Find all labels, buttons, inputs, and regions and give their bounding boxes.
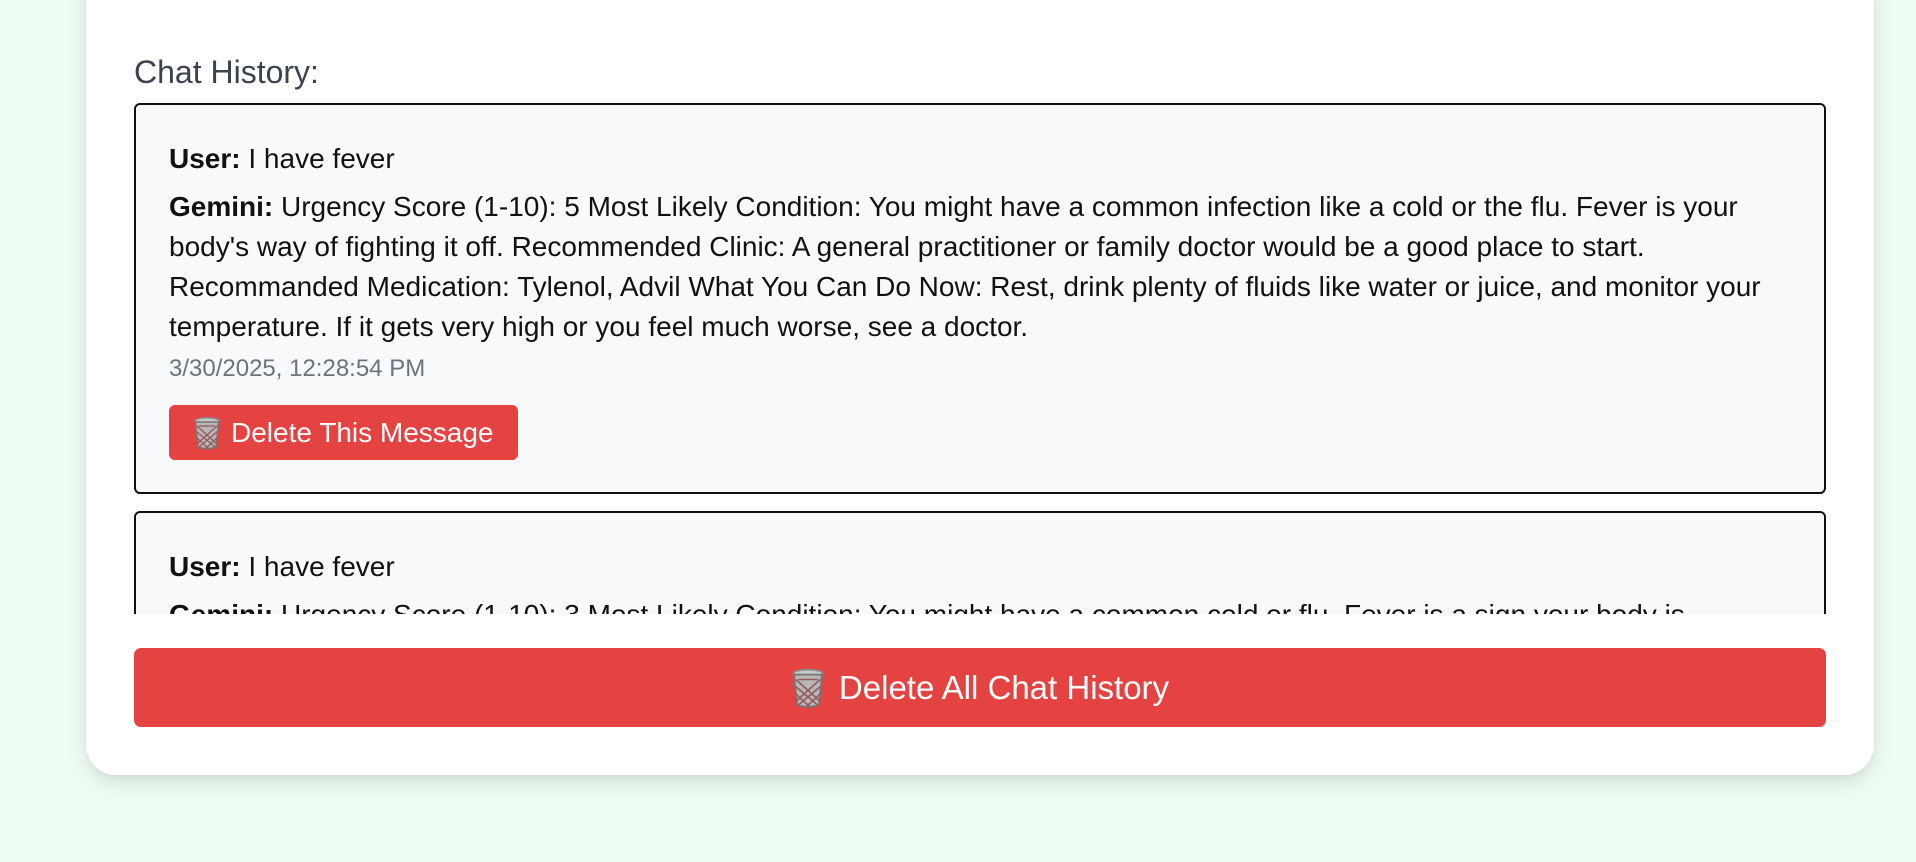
user-label: User:	[169, 143, 241, 174]
gemini-text: Urgency Score (1-10): 3 Most Likely Cond…	[281, 599, 1685, 614]
delete-message-button[interactable]: Delete This Message	[169, 405, 518, 460]
gemini-text: Urgency Score (1-10): 5 Most Likely Cond…	[169, 191, 1761, 342]
gemini-response: Gemini: Urgency Score (1-10): 5 Most Lik…	[169, 187, 1792, 347]
gemini-label: Gemini:	[169, 191, 274, 222]
delete-all-history-button[interactable]: Delete All Chat History	[134, 648, 1826, 727]
chat-message: User: I have fever Gemini: Urgency Score…	[134, 511, 1826, 614]
delete-all-label: Delete All Chat History	[838, 668, 1170, 706]
gemini-response: Gemini: Urgency Score (1-10): 3 Most Lik…	[169, 595, 1792, 614]
chat-history-title: Chat History:	[134, 54, 319, 90]
user-message: User: I have fever	[169, 139, 1792, 179]
user-label: User:	[169, 551, 241, 582]
user-text: I have fever	[248, 143, 395, 174]
gemini-label: Gemini:	[169, 599, 273, 614]
chat-history-list[interactable]: User: I have fever Gemini: Urgency Score…	[134, 103, 1826, 614]
user-text: I have fever	[248, 551, 395, 582]
wastebasket-icon	[792, 668, 824, 708]
chat-message: User: I have fever Gemini: Urgency Score…	[134, 103, 1826, 494]
delete-message-label: Delete This Message	[231, 416, 494, 448]
user-message: User: I have fever	[169, 547, 1792, 587]
wastebasket-icon	[194, 416, 220, 449]
message-timestamp: 3/30/2025, 12:28:54 PM	[169, 355, 426, 382]
